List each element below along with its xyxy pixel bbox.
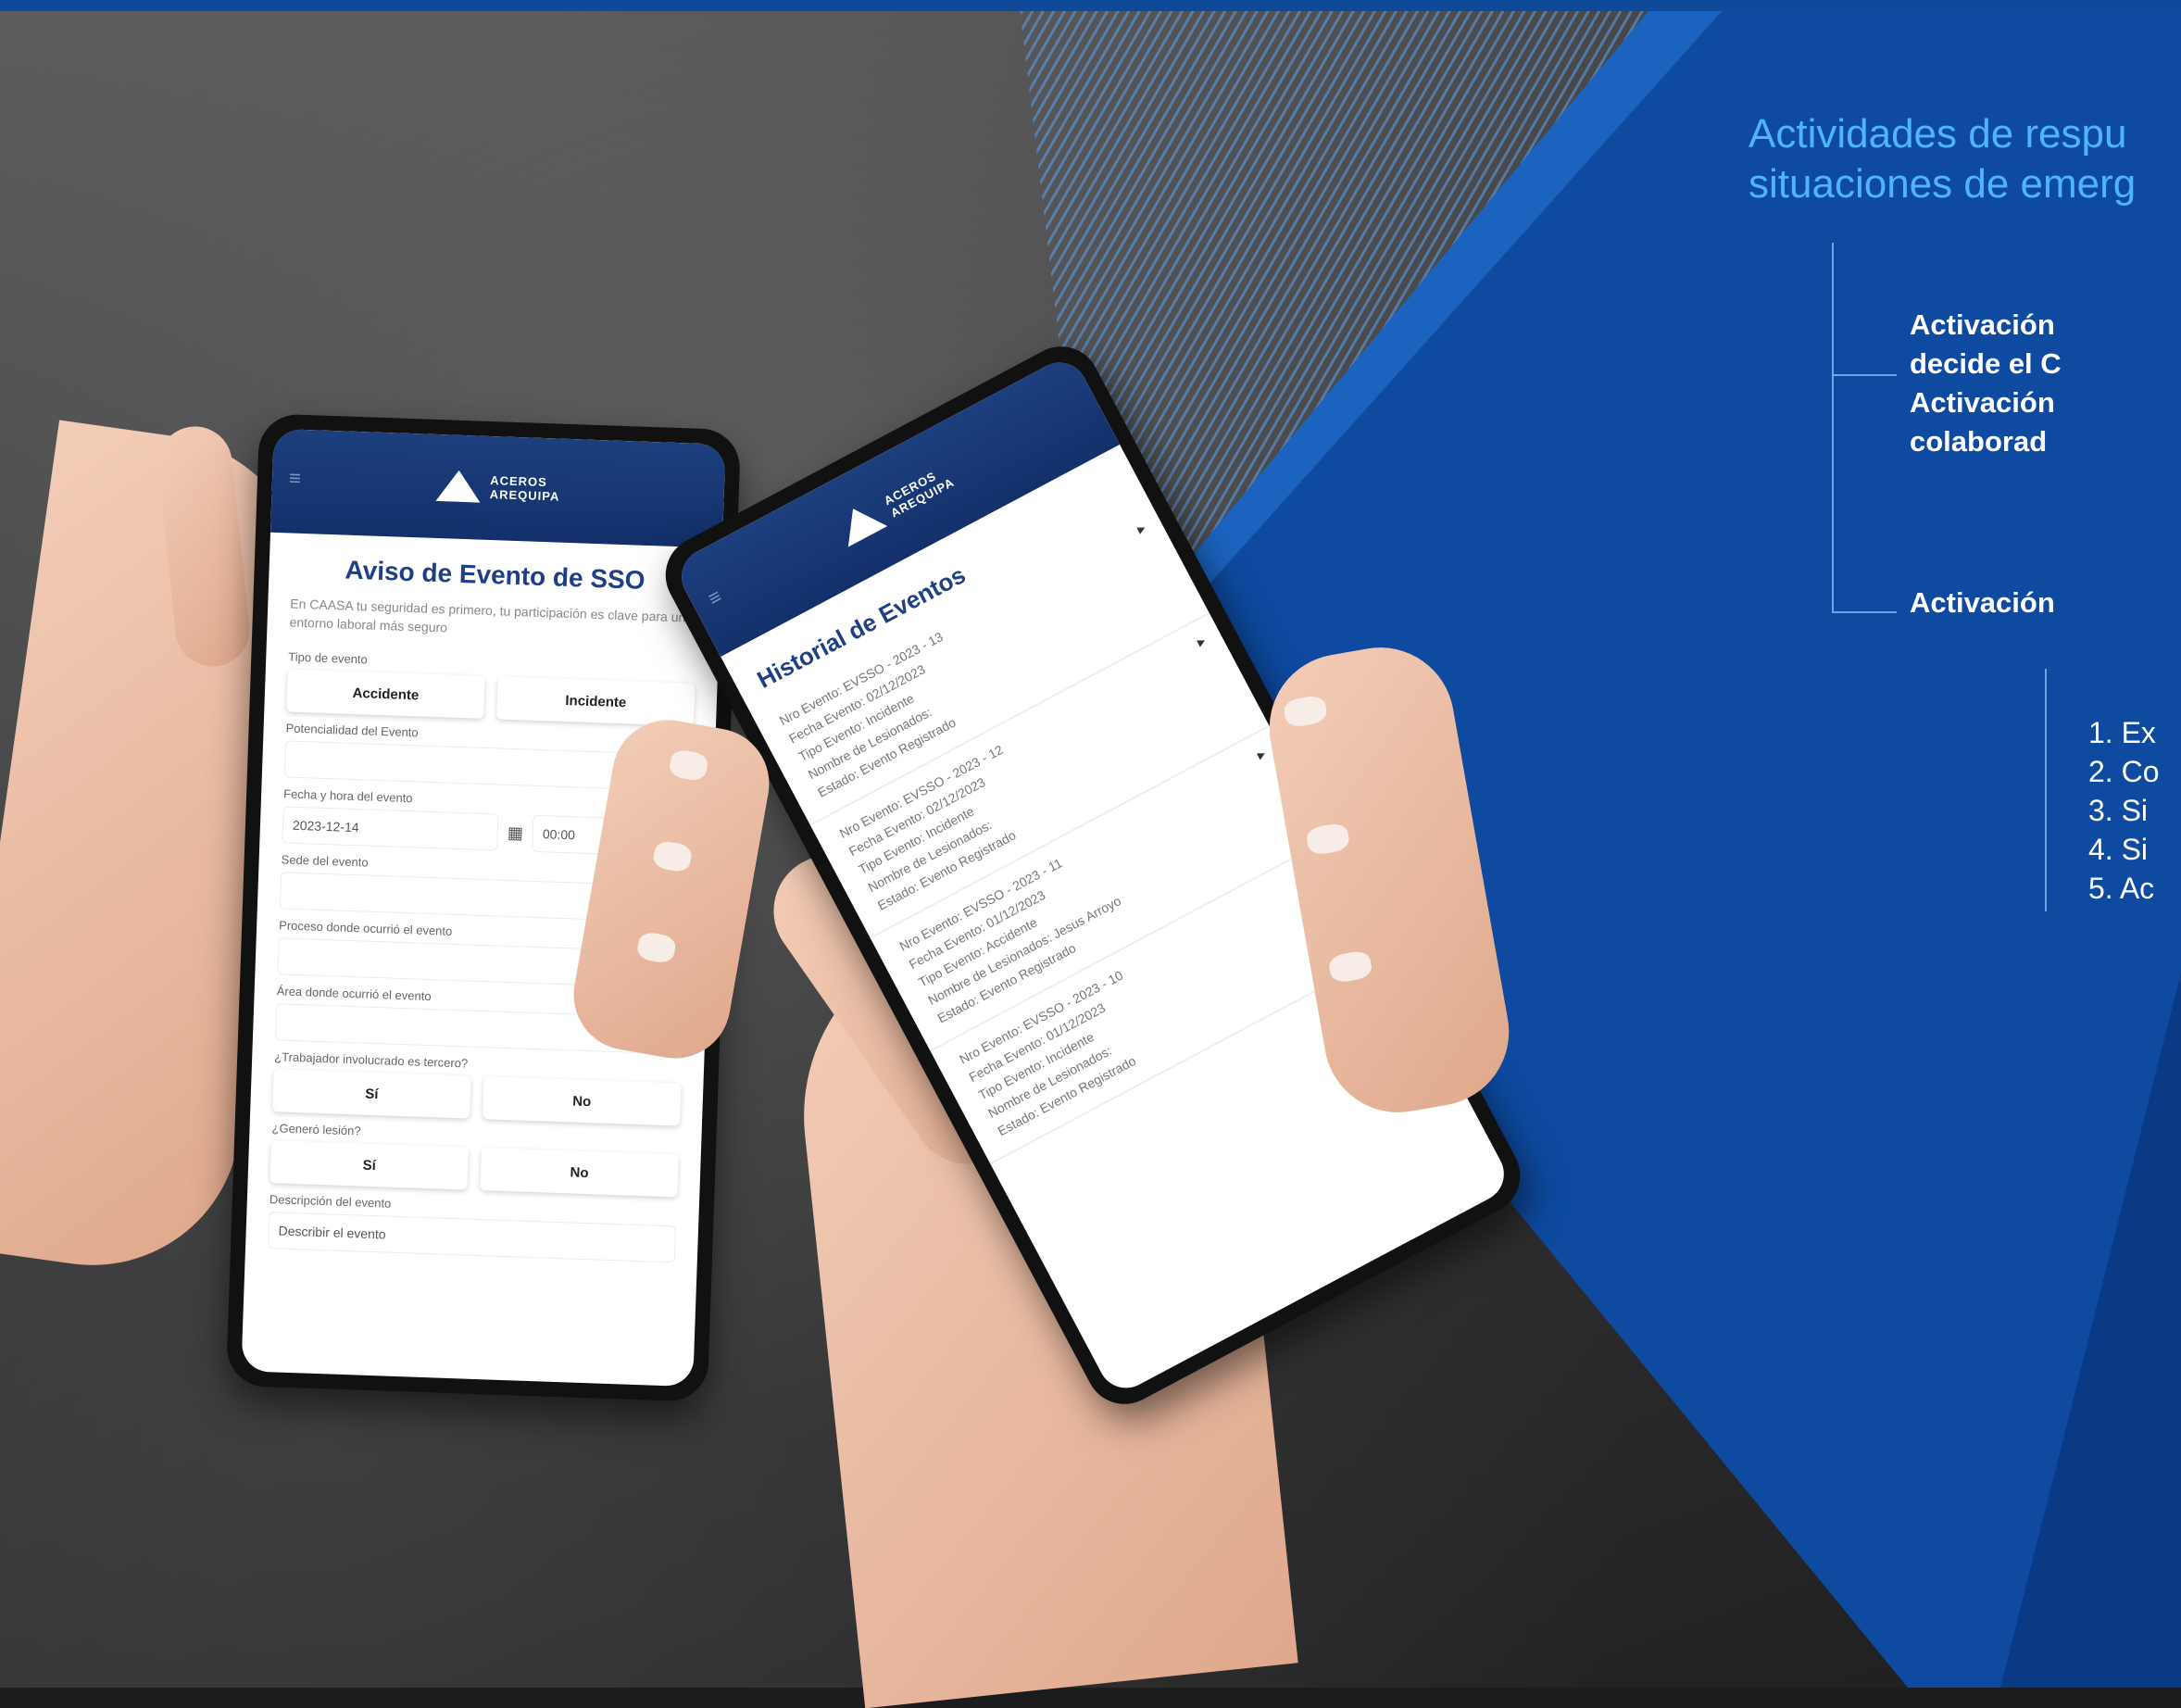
logo-text-line: AREQUIPA xyxy=(489,486,560,504)
descripcion-input[interactable]: Describir el evento xyxy=(268,1212,677,1263)
activation-line-3: Activación xyxy=(1910,386,2055,419)
tercero-no-button[interactable]: No xyxy=(483,1076,682,1126)
headline-line-2: situaciones de emerg xyxy=(1749,161,2137,207)
list-item: 2. Co xyxy=(2088,755,2160,788)
activation-line-1: Activación xyxy=(1910,308,2055,341)
incidente-button[interactable]: Incidente xyxy=(496,676,696,726)
tree-branch-1 xyxy=(1832,374,1897,376)
app-header: ≡ ACEROS AREQUIPA xyxy=(270,428,726,548)
logo-mark-icon xyxy=(833,497,888,547)
aceros-logo: ACEROS AREQUIPA xyxy=(435,469,560,506)
logo-mark-icon xyxy=(435,469,482,503)
top-blue-strip xyxy=(0,0,2181,11)
tercero-toggle: Sí No xyxy=(272,1069,682,1126)
tree-vertical-line xyxy=(1832,243,1834,613)
calendar-icon[interactable]: ▦ xyxy=(508,823,524,843)
activation-single: Activación xyxy=(1910,586,2055,619)
list-vertical-line xyxy=(2045,669,2047,911)
activation-block: Activación decide el C Activación colabo… xyxy=(1910,306,2178,461)
form-subtitle: En CAASA tu seguridad es primero, tu par… xyxy=(289,596,686,635)
lesion-si-button[interactable]: Sí xyxy=(269,1140,469,1190)
menu-icon[interactable]: ≡ xyxy=(289,466,302,490)
panel-headline: Actividades de respu situaciones de emer… xyxy=(1749,109,2175,209)
menu-icon[interactable]: ≡ xyxy=(704,584,726,611)
fingernail xyxy=(651,839,694,873)
tercero-si-button[interactable]: Sí xyxy=(272,1069,471,1119)
tree-branch-2 xyxy=(1832,611,1897,613)
fingernail xyxy=(635,930,678,965)
list-item: 3. Si xyxy=(2088,794,2149,827)
date-input[interactable]: 2023-12-14 xyxy=(282,806,499,851)
lesion-toggle: Sí No xyxy=(269,1140,679,1198)
list-item: 4. Si xyxy=(2088,833,2149,866)
headline-line-1: Actividades de respu xyxy=(1749,111,2127,157)
fingernail xyxy=(1305,822,1351,857)
list-item: 1. Ex xyxy=(2088,716,2156,749)
activation-line-4: colaborad xyxy=(1910,425,2048,458)
fingernail xyxy=(668,747,709,783)
event-type-toggle: Accidente Incidente xyxy=(286,669,696,726)
lesion-no-button[interactable]: No xyxy=(480,1148,679,1198)
accidente-button[interactable]: Accidente xyxy=(286,669,485,719)
aceros-logo: ACEROS AREQUIPA xyxy=(833,461,958,547)
list-item: 5. Ac xyxy=(2088,872,2155,905)
fingernail xyxy=(1282,694,1329,729)
form-title: Aviso de Evento de SSO xyxy=(345,555,646,595)
numbered-list: 1. Ex 2. Co 3. Si 4. Si 5. Ac xyxy=(2088,713,2181,908)
activation-line-2: decide el C xyxy=(1910,347,2062,380)
fingernail xyxy=(1327,949,1373,985)
